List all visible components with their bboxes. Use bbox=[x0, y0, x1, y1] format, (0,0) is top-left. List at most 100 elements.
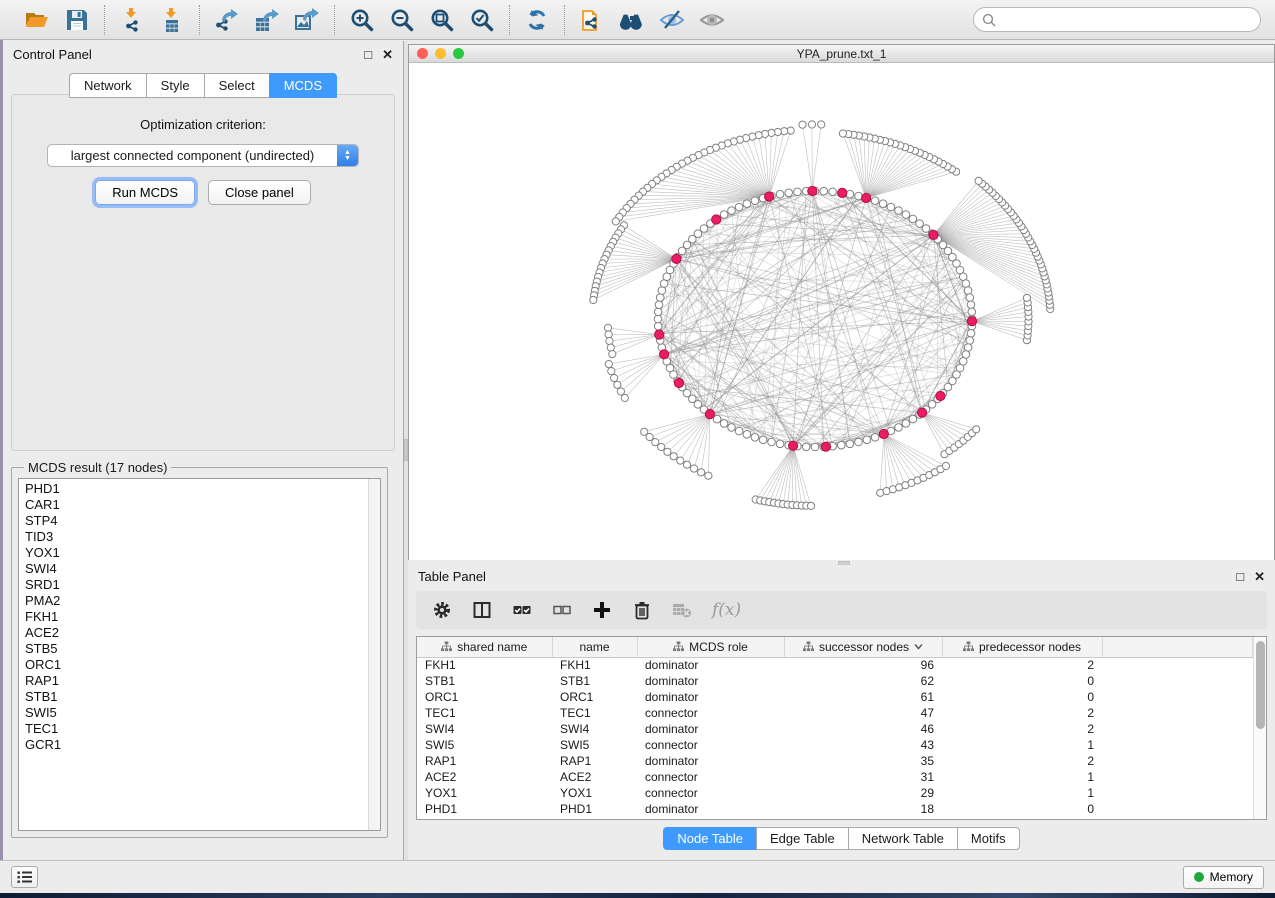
mcds-result-item[interactable]: ORC1 bbox=[25, 657, 368, 673]
zoom-out-button[interactable] bbox=[385, 5, 419, 35]
mcds-result-item[interactable]: CAR1 bbox=[25, 497, 368, 513]
zoom-fit-button[interactable] bbox=[425, 5, 459, 35]
table-scrollbar-thumb[interactable] bbox=[1256, 641, 1265, 729]
table-row[interactable]: ORC1ORC1dominator610 bbox=[417, 689, 1253, 705]
mcds-result-item[interactable]: FKH1 bbox=[25, 609, 368, 625]
table-panel: Table Panel □ ✕ f(x) shared namenameMCDS… bbox=[408, 565, 1275, 860]
close-table-panel-icon[interactable]: ✕ bbox=[1254, 570, 1265, 583]
tab-motifs[interactable]: Motifs bbox=[957, 827, 1020, 850]
close-panel-button[interactable]: Close panel bbox=[208, 180, 311, 205]
tab-select[interactable]: Select bbox=[204, 73, 269, 98]
column-header-MCDS-role[interactable]: MCDS role bbox=[637, 637, 784, 657]
table-mode-button[interactable] bbox=[432, 600, 452, 620]
table-row[interactable]: YOX1YOX1connector291 bbox=[417, 785, 1253, 801]
tab-style[interactable]: Style bbox=[146, 73, 204, 98]
table-row[interactable]: FKH1FKH1dominator962 bbox=[417, 657, 1253, 673]
select-all-icon bbox=[512, 600, 532, 620]
float-panel-icon[interactable]: □ bbox=[364, 48, 372, 61]
mcds-result-item[interactable]: PHD1 bbox=[25, 481, 368, 497]
table-row[interactable]: ACE2ACE2connector311 bbox=[417, 769, 1253, 785]
refresh-button[interactable] bbox=[520, 5, 554, 35]
zoom-in-button[interactable] bbox=[345, 5, 379, 35]
list-scrollbar[interactable] bbox=[368, 479, 380, 830]
deselect-all-button[interactable] bbox=[552, 600, 572, 620]
import-network-button[interactable] bbox=[115, 5, 149, 35]
column-header-successor-nodes[interactable]: successor nodes bbox=[784, 637, 942, 657]
function-builder-button: f(x) bbox=[712, 600, 741, 620]
show-graphics-button[interactable] bbox=[695, 5, 729, 35]
mcds-result-item[interactable]: RAP1 bbox=[25, 673, 368, 689]
show-columns-button[interactable] bbox=[472, 600, 492, 620]
tab-network[interactable]: Network bbox=[69, 73, 146, 98]
save-session-button[interactable] bbox=[60, 5, 94, 35]
column-header-shared-name[interactable]: shared name bbox=[417, 637, 552, 657]
mcds-result-item[interactable]: STB5 bbox=[25, 641, 368, 657]
control-panel-titlebar: Control Panel □ ✕ bbox=[3, 41, 403, 67]
mcds-result-item[interactable]: PMA2 bbox=[25, 593, 368, 609]
memory-button[interactable]: Memory bbox=[1183, 866, 1264, 889]
mcds-result-groupbox: MCDS result (17 nodes) PHD1CAR1STP4TID3Y… bbox=[11, 467, 388, 838]
show-panels-button[interactable] bbox=[11, 866, 38, 888]
mcds-result-item[interactable]: STB1 bbox=[25, 689, 368, 705]
criterion-dropdown[interactable]: largest connected component (undirected)… bbox=[47, 144, 359, 167]
create-column-button[interactable] bbox=[592, 600, 612, 620]
mcds-result-item[interactable]: SWI4 bbox=[25, 561, 368, 577]
mcds-result-item[interactable]: GCR1 bbox=[25, 737, 368, 753]
mcds-result-item[interactable]: TEC1 bbox=[25, 721, 368, 737]
export-image-button[interactable] bbox=[290, 5, 324, 35]
table-row[interactable]: PHD1PHD1dominator180 bbox=[417, 801, 1253, 817]
search-network-button[interactable] bbox=[615, 5, 649, 35]
network-from-file-button[interactable] bbox=[575, 5, 609, 35]
table-row[interactable]: TEC1TEC1connector472 bbox=[417, 705, 1253, 721]
tab-node-table[interactable]: Node Table bbox=[663, 827, 756, 850]
eye-slash-icon bbox=[659, 7, 685, 33]
close-panel-icon[interactable]: ✕ bbox=[382, 48, 393, 61]
hide-graphics-button[interactable] bbox=[655, 5, 689, 35]
export-network-icon bbox=[214, 7, 240, 33]
mcds-result-item[interactable]: SRD1 bbox=[25, 577, 368, 593]
tab-mcds[interactable]: MCDS bbox=[269, 73, 337, 98]
mcds-result-item[interactable]: ACE2 bbox=[25, 625, 368, 641]
folder-open-icon bbox=[24, 7, 50, 33]
document-network-icon bbox=[579, 7, 605, 33]
open-file-button[interactable] bbox=[20, 5, 54, 35]
columns-icon bbox=[472, 600, 492, 620]
binoculars-icon bbox=[619, 7, 645, 33]
network-canvas-svg[interactable] bbox=[409, 63, 1274, 560]
column-header-predecessor-nodes[interactable]: predecessor nodes bbox=[942, 637, 1102, 657]
tab-network-table[interactable]: Network Table bbox=[848, 827, 957, 850]
trash-icon bbox=[632, 600, 652, 620]
search-icon bbox=[982, 13, 996, 27]
table-row[interactable]: SWI4SWI4dominator462 bbox=[417, 721, 1253, 737]
mcds-result-item[interactable]: TID3 bbox=[25, 529, 368, 545]
select-all-button[interactable] bbox=[512, 600, 532, 620]
search-box[interactable] bbox=[973, 7, 1261, 32]
column-type-icon bbox=[673, 641, 684, 652]
table-row[interactable]: SWI5SWI5connector431 bbox=[417, 737, 1253, 753]
save-icon bbox=[64, 7, 90, 33]
table-panel-titlebar: Table Panel □ ✕ bbox=[408, 565, 1275, 587]
export-table-button[interactable] bbox=[250, 5, 284, 35]
float-table-panel-icon[interactable]: □ bbox=[1236, 570, 1244, 583]
network-window-titlebar[interactable]: YPA_prune.txt_1 bbox=[409, 45, 1274, 63]
toolbar-group bbox=[564, 5, 739, 35]
mcds-result-item[interactable]: STP4 bbox=[25, 513, 368, 529]
mcds-result-list[interactable]: PHD1CAR1STP4TID3YOX1SWI4SRD1PMA2FKH1ACE2… bbox=[18, 478, 381, 831]
run-mcds-button[interactable]: Run MCDS bbox=[95, 180, 195, 205]
zoom-selected-button[interactable] bbox=[465, 5, 499, 35]
delete-table-button bbox=[672, 600, 692, 620]
tab-edge-table[interactable]: Edge Table bbox=[756, 827, 848, 850]
table-row[interactable]: RAP1RAP1dominator352 bbox=[417, 753, 1253, 769]
export-network-button[interactable] bbox=[210, 5, 244, 35]
delete-column-button[interactable] bbox=[632, 600, 652, 620]
table-scrollbar[interactable] bbox=[1253, 637, 1266, 819]
import-table-button[interactable] bbox=[155, 5, 189, 35]
search-input[interactable] bbox=[1001, 13, 1252, 27]
delete-table-icon bbox=[672, 600, 692, 620]
mcds-tab-content: Optimization criterion: largest connecte… bbox=[11, 94, 395, 451]
mcds-result-item[interactable]: SWI5 bbox=[25, 705, 368, 721]
table-row[interactable]: STB1STB1dominator620 bbox=[417, 673, 1253, 689]
mcds-result-item[interactable]: YOX1 bbox=[25, 545, 368, 561]
table-tabs: Node TableEdge TableNetwork TableMotifs bbox=[408, 827, 1275, 850]
column-header-name[interactable]: name bbox=[552, 637, 637, 657]
